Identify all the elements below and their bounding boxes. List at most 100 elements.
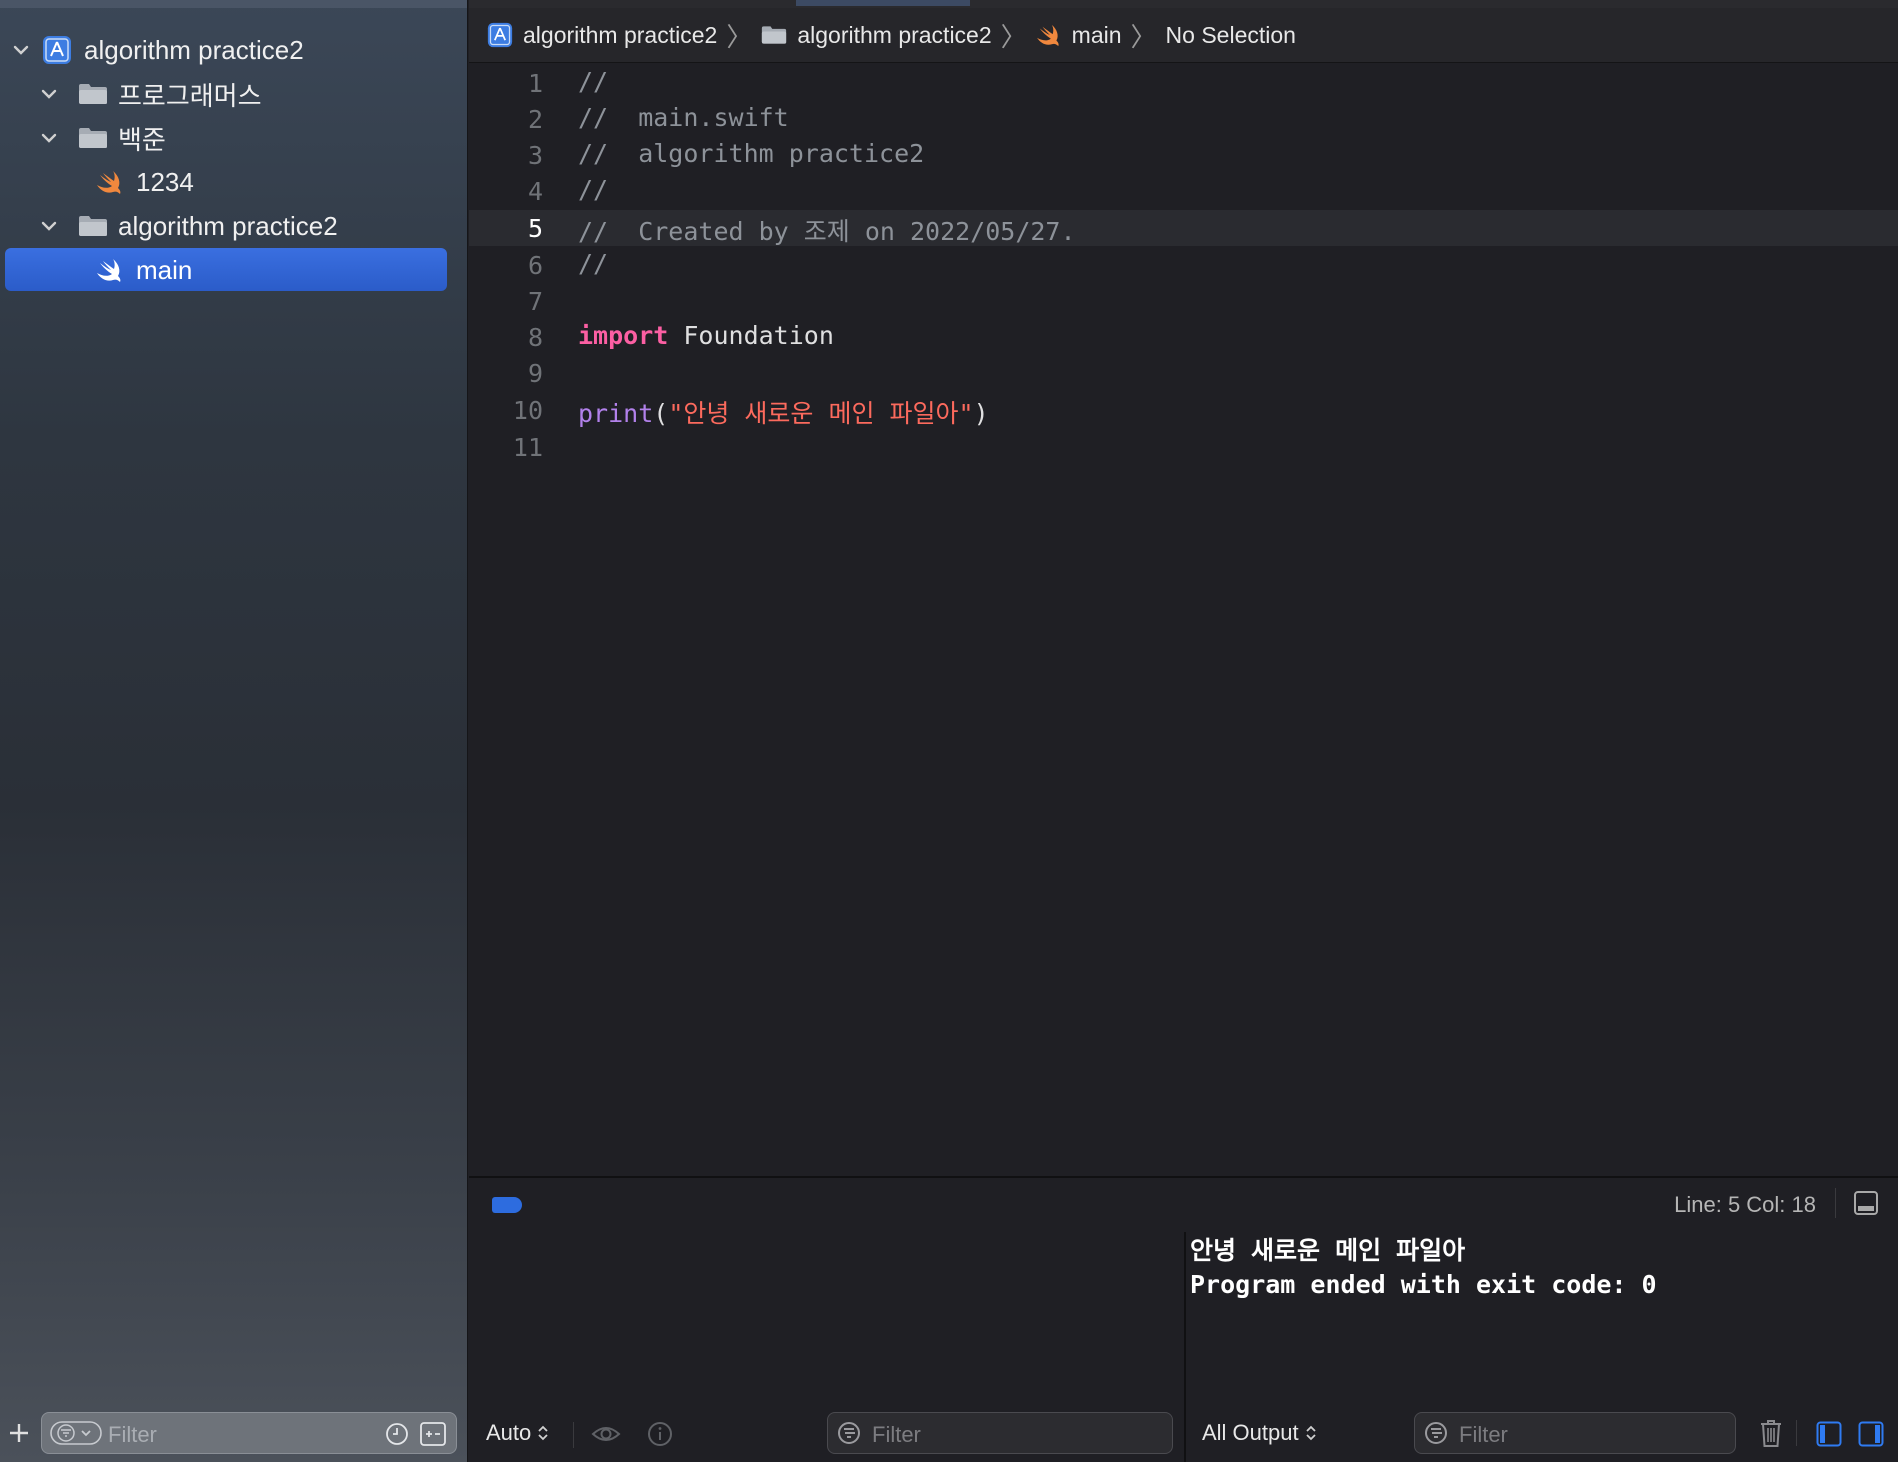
breakpoints-toggle-icon[interactable]: [492, 1197, 522, 1213]
line-number: 9: [527, 359, 543, 388]
sidebar-item-file[interactable]: 1234: [0, 160, 194, 204]
output-mode-selector[interactable]: All Output: [1202, 1420, 1317, 1446]
line-number: 7: [527, 287, 543, 316]
code-line[interactable]: 7: [469, 283, 1898, 319]
console-output-line: Program ended with exit code: 0: [1190, 1270, 1657, 1299]
chevron-down-icon[interactable]: [40, 85, 58, 103]
variables-view: Auto Filter: [469, 1232, 1186, 1462]
code-function: print: [578, 399, 654, 428]
line-number: 8: [527, 323, 543, 352]
code-comment: // main.swift: [578, 103, 789, 132]
swift-file-icon: [97, 259, 121, 282]
code-identifier: Foundation: [668, 321, 834, 350]
console-output[interactable]: 안녕 새로운 메인 파일아 Program ended with exit cod…: [1190, 1234, 1657, 1302]
sidebar-item-label: 1234: [136, 166, 194, 197]
navigator-filter-field[interactable]: Filter: [41, 1412, 457, 1454]
variables-filter-placeholder: Filter: [872, 1422, 921, 1447]
sidebar-item-group[interactable]: 프로그래머스: [0, 72, 262, 116]
scope-label: Auto: [486, 1420, 532, 1445]
code-comment: //: [578, 67, 609, 96]
tab-bar: [469, 0, 1898, 8]
console-view[interactable]: 안녕 새로운 메인 파일아 Program ended with exit cod…: [1186, 1232, 1898, 1462]
show-console-icon[interactable]: [1858, 1421, 1884, 1447]
sidebar-item-group[interactable]: 백준: [0, 116, 166, 160]
breadcrumb-file[interactable]: main: [1036, 22, 1122, 49]
sidebar-item-label: 프로그래머스: [118, 80, 262, 111]
swift-file-icon: [97, 171, 121, 194]
line-number: 11: [512, 433, 543, 462]
breadcrumb-symbol[interactable]: No Selection: [1166, 22, 1296, 49]
navigator-filter-bar: Filter: [0, 1400, 468, 1462]
breadcrumb-separator-icon: 〉: [1000, 21, 1027, 52]
code-line[interactable]: 6 //: [469, 247, 1898, 283]
code-line[interactable]: 2 // main.swift: [469, 101, 1898, 137]
sidebar-item-file-selected[interactable]: main: [0, 248, 192, 292]
code-string: "안녕 새로운 메인 파일아": [668, 399, 974, 428]
breadcrumb-group[interactable]: algorithm practice2: [761, 21, 992, 49]
recent-files-icon[interactable]: [385, 1422, 409, 1446]
breadcrumb-label: algorithm practice2: [523, 21, 718, 48]
code-line[interactable]: 9: [469, 355, 1898, 391]
filter-icon: [838, 1422, 860, 1444]
info-icon[interactable]: [647, 1421, 673, 1447]
folder-icon: [79, 128, 107, 148]
chevron-down-icon[interactable]: [40, 217, 58, 235]
code-line[interactable]: 3 // algorithm practice2: [469, 137, 1898, 173]
line-number: 3: [527, 141, 543, 170]
code-comment: // Created by 조제 on 2022/05/27.: [578, 217, 1076, 246]
chevron-down-icon[interactable]: [40, 129, 58, 147]
sidebar-item-group[interactable]: algorithm practice2: [0, 204, 338, 248]
breadcrumb-label: main: [1071, 21, 1122, 48]
divider: [573, 1422, 574, 1448]
console-filter-field[interactable]: Filter: [1414, 1412, 1736, 1454]
swift-file-icon: [1036, 24, 1059, 47]
cursor-position: Line: 5 Col: 18: [1674, 1192, 1816, 1217]
filter-options-icon[interactable]: [50, 1421, 102, 1445]
project-icon: [487, 22, 513, 48]
code-line-current[interactable]: 5 // Created by 조제 on 2022/05/27.: [469, 210, 1898, 246]
divider: [1835, 1188, 1836, 1218]
code-line[interactable]: 10 print("안녕 새로운 메인 파일아"): [469, 392, 1898, 428]
source-editor[interactable]: 1 // 2 // main.swift 3 // algorithm practic…: [469, 63, 1898, 1175]
active-tab-indicator[interactable]: [796, 0, 970, 6]
variables-filter-field[interactable]: Filter: [827, 1412, 1173, 1454]
console-filter-placeholder: Filter: [1459, 1422, 1508, 1447]
add-icon[interactable]: [8, 1422, 30, 1444]
line-number: 2: [527, 105, 543, 134]
breadcrumb-label: algorithm practice2: [797, 21, 992, 48]
source-control-filter-icon[interactable]: [420, 1422, 446, 1446]
chevron-down-icon[interactable]: [12, 41, 30, 59]
code-line[interactable]: 4 //: [469, 173, 1898, 209]
jump-bar: algorithm practice2 〉 algorithm practice…: [469, 8, 1898, 63]
updown-chevron-icon: [1305, 1425, 1316, 1441]
breadcrumb-separator-icon: 〉: [1130, 21, 1157, 52]
output-mode-label: All Output: [1202, 1420, 1299, 1445]
code-line[interactable]: 11: [469, 429, 1898, 465]
project-icon: [43, 36, 71, 64]
code-line[interactable]: 1 //: [469, 65, 1898, 101]
eye-icon[interactable]: [591, 1422, 621, 1446]
code-comment: //: [578, 249, 609, 278]
console-output-line: 안녕 새로운 메인 파일아: [1190, 1236, 1466, 1265]
line-number: 4: [527, 177, 543, 206]
scope-selector[interactable]: Auto: [486, 1420, 549, 1446]
line-number: 1: [527, 69, 543, 98]
project-root-row[interactable]: algorithm practice2: [0, 28, 304, 72]
show-variables-view-icon[interactable]: [1816, 1421, 1842, 1447]
filter-icon: [1425, 1422, 1447, 1444]
navigator-filter-placeholder: Filter: [108, 1422, 157, 1447]
folder-icon: [79, 84, 107, 104]
line-number: 5: [527, 214, 543, 243]
project-name: algorithm practice2: [84, 34, 304, 65]
code-punctuation: (: [653, 399, 669, 428]
code-line[interactable]: 8 import Foundation: [469, 319, 1898, 355]
hide-debug-area-icon[interactable]: [1854, 1191, 1878, 1215]
sidebar-item-label: algorithm practice2: [118, 210, 338, 241]
debug-bar: Line: 5 Col: 18: [469, 1176, 1898, 1234]
trash-icon[interactable]: [1759, 1418, 1783, 1448]
line-number: 6: [527, 251, 543, 280]
divider: [1796, 1420, 1797, 1446]
folder-icon: [79, 216, 107, 236]
breadcrumb-separator-icon: 〉: [726, 21, 753, 52]
breadcrumb-project[interactable]: algorithm practice2: [487, 22, 717, 49]
